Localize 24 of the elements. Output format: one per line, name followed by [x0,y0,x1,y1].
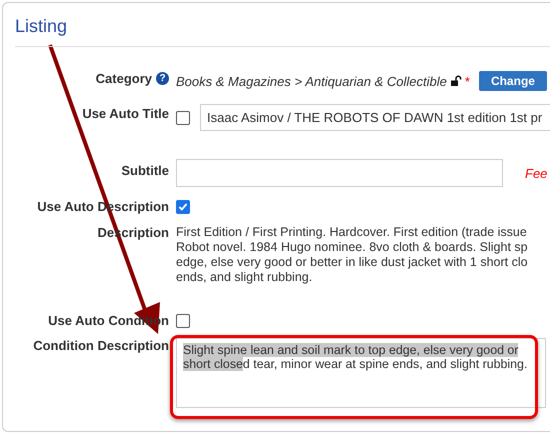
condition-text: Slight spine lean and soil mark to top edge, else very good or [183,343,518,357]
description-text: Robot novel. 1984 Hugo nominee. 8vo cloth & boards. Slight sp [176,240,528,255]
condition-text: d tear, minor wear at spine ends, and slight rubbing. [242,357,528,371]
description-text: edge, else very good or better in like dust jacket with 1 short clo [176,255,528,270]
condition-text: short close [183,357,243,371]
unlocked-padlock-icon[interactable] [450,75,462,87]
category-path: Books & Magazines > Antiquarian & Collectible [176,74,447,88]
description-text: ends, and slight rubbing. [176,270,312,285]
condition-text-area[interactable]: Slight spine lean and soil mark to top edge, else very good or short closed tear, minor wear at spine ends, and slight rubbing. [176,338,546,408]
title-field[interactable]: Isaac Asimov / THE ROBOTS OF DAWN 1st edition 1st pr [200,104,550,131]
field-label: Category [96,71,152,86]
checkbox[interactable] [176,200,190,214]
field-label: Use Auto Title [82,106,169,121]
required-mark: * [464,74,470,88]
field-label: Subtitle [121,163,169,178]
description-text: First Edition / First Printing. Hardcover. First edition (trade issue [176,225,527,240]
subtitle-field[interactable] [176,159,503,187]
checkbox[interactable] [176,110,190,124]
fee-note: Fee [525,166,548,181]
field-label: Condition Description [33,338,169,353]
change-button[interactable]: Change [478,71,547,91]
help-icon[interactable]: ? [156,72,169,85]
panel-title: Listing [15,16,68,37]
checkbox[interactable] [176,314,190,328]
